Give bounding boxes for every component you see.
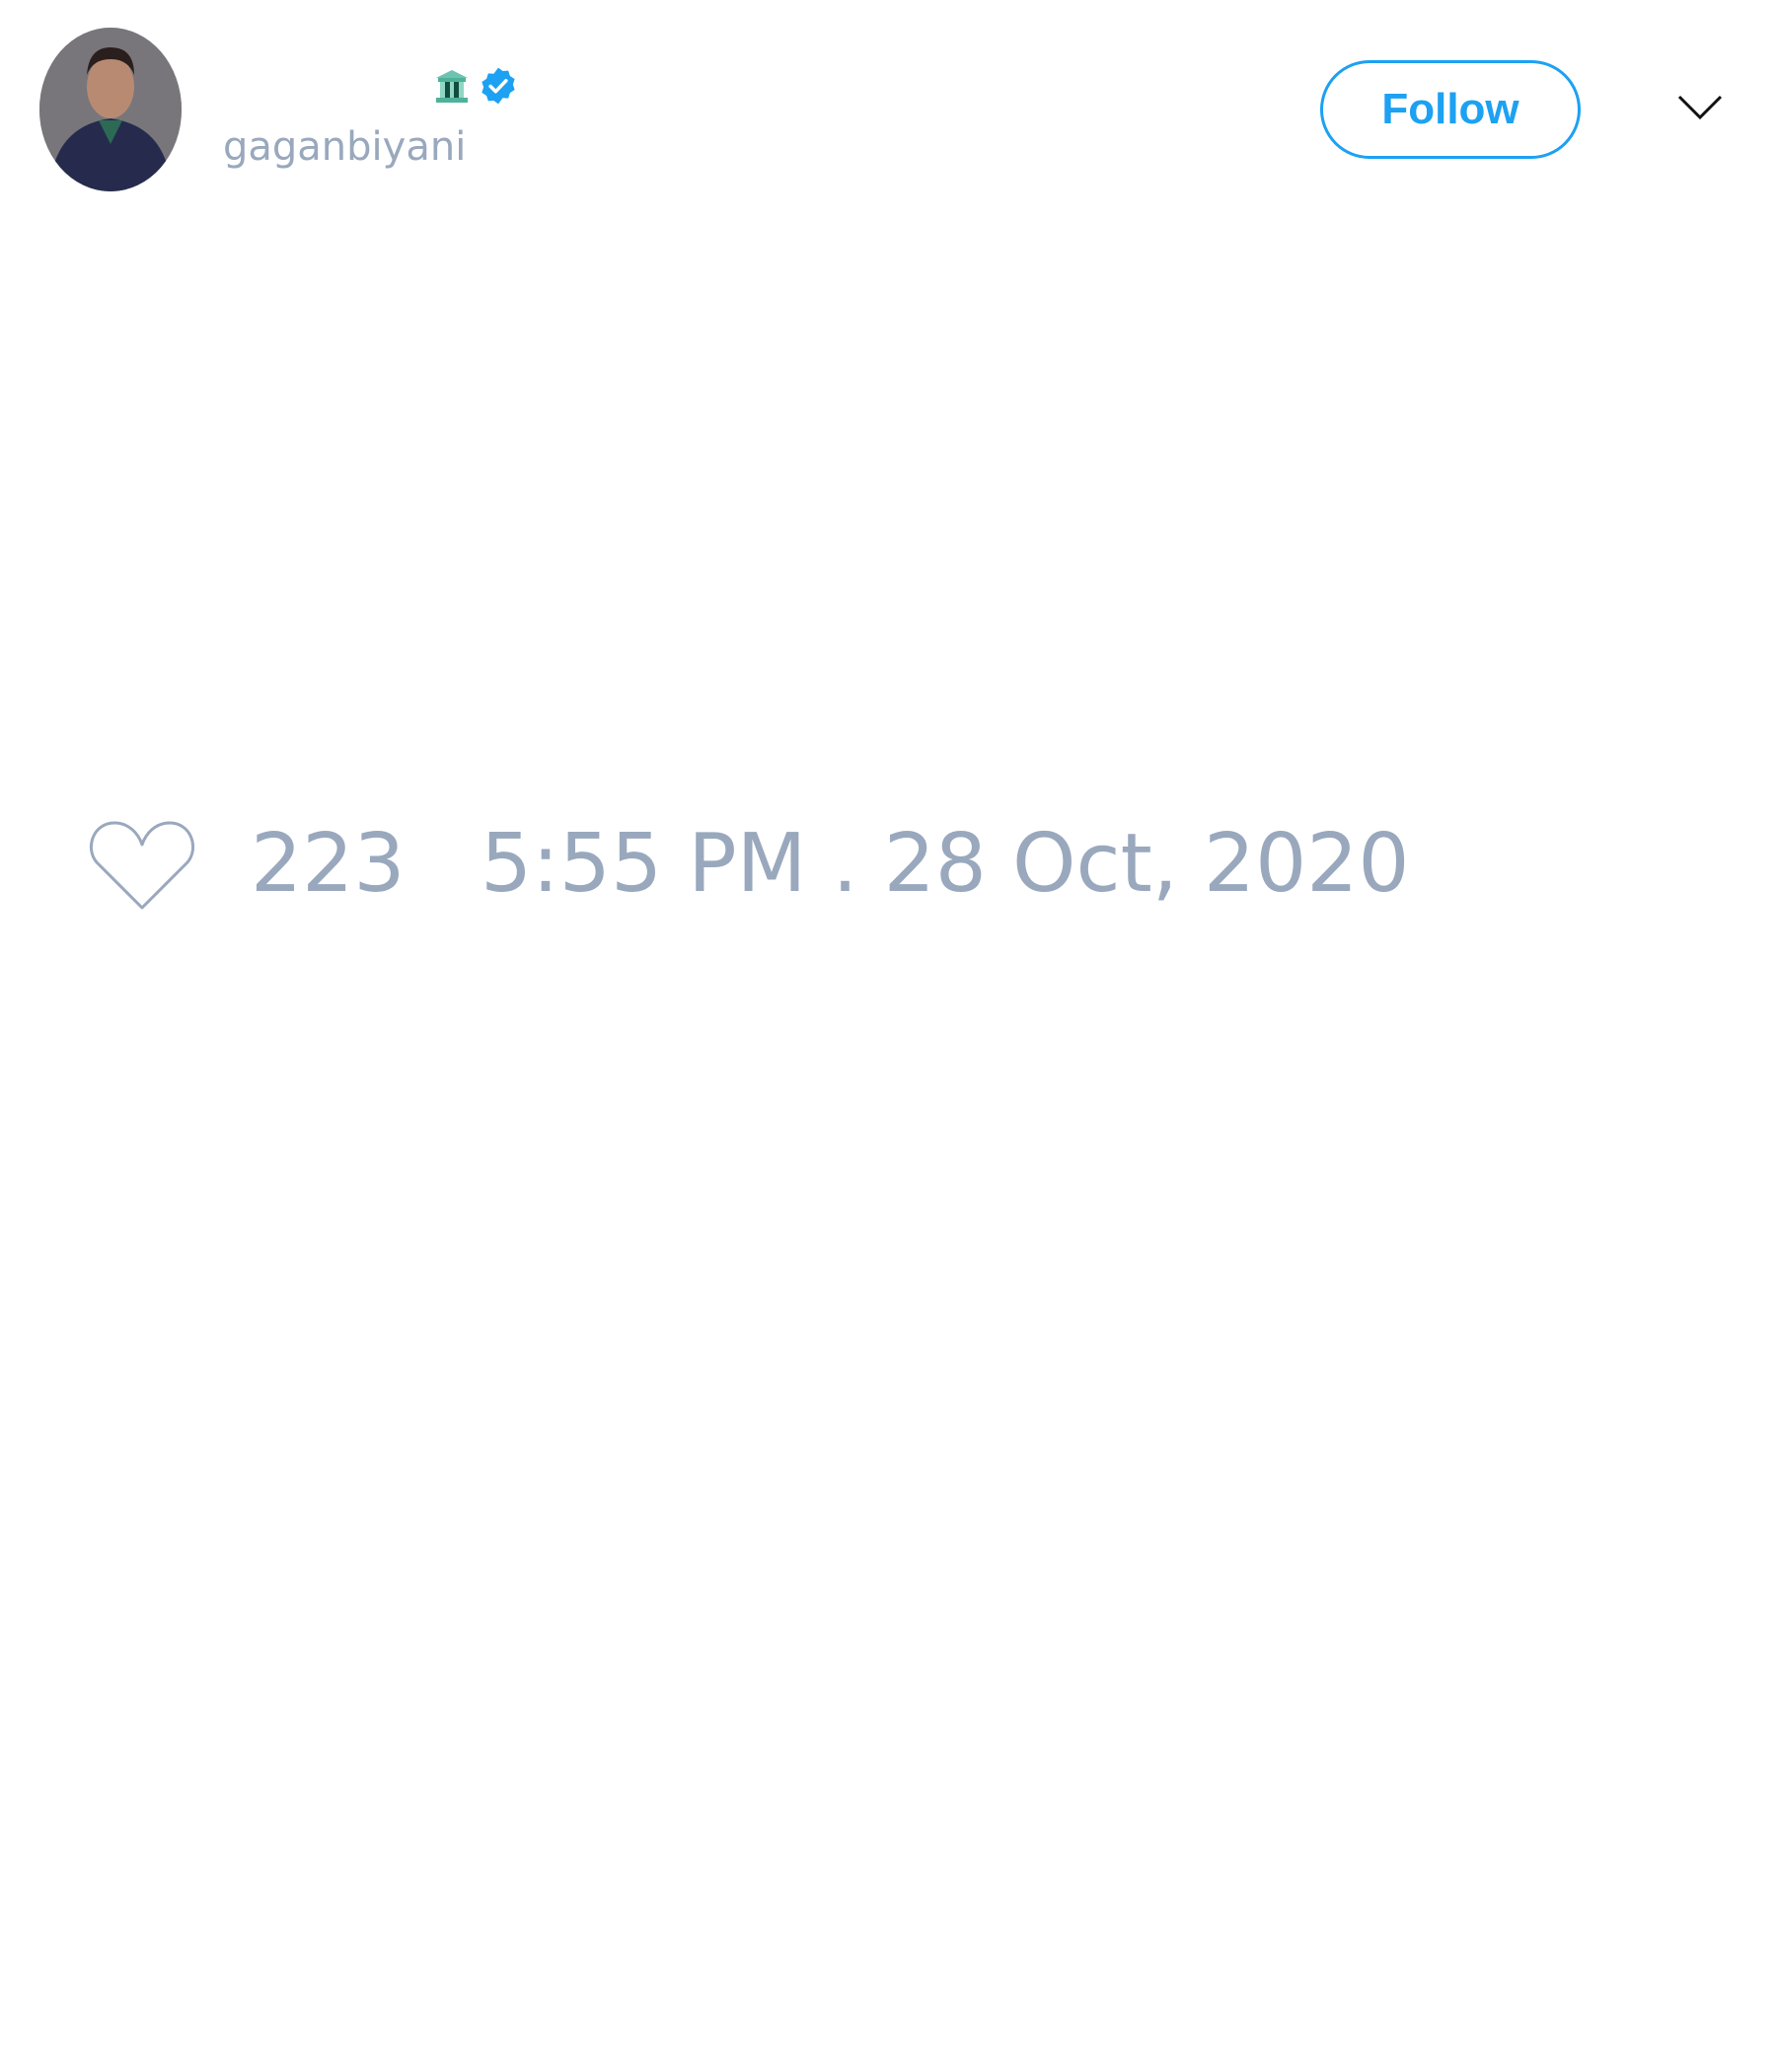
avatar-photo [39, 28, 182, 191]
avatar[interactable] [39, 28, 182, 191]
bank-emoji-icon [436, 70, 468, 103]
follow-button[interactable]: Follow [1320, 60, 1581, 159]
heart-icon[interactable] [89, 819, 195, 912]
username-handle[interactable]: gaganbiyani [223, 124, 466, 170]
chevron-down-icon[interactable] [1677, 91, 1723, 124]
like-count: 223 [251, 817, 406, 911]
tweet-timestamp[interactable]: 5:55 PM . 28 Oct, 2020 [481, 817, 1410, 911]
name-badges [434, 65, 519, 107]
verified-badge-icon [481, 67, 515, 105]
